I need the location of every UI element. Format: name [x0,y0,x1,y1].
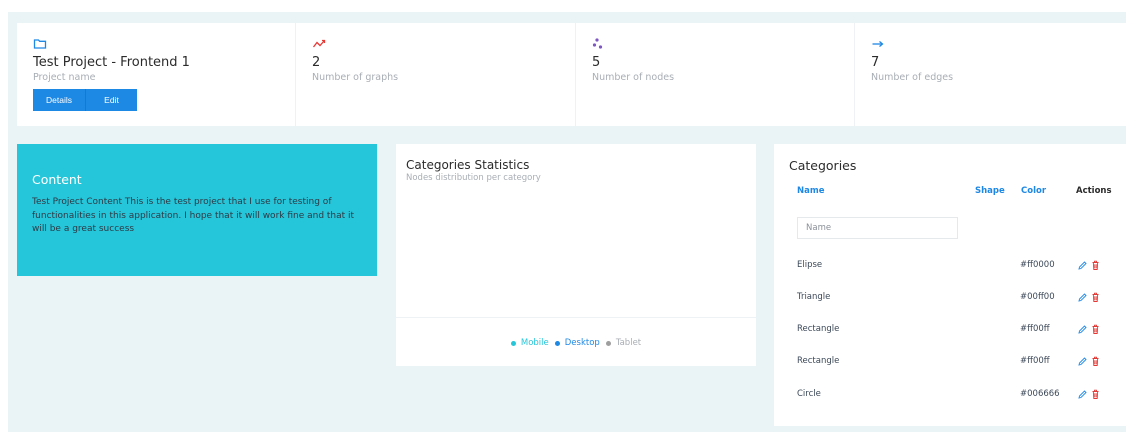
trend-line-icon [312,39,326,48]
category-name: Rectangle [797,356,840,366]
pencil-icon[interactable] [1077,388,1087,400]
nodes-icon [592,38,603,49]
legend-dot-tablet [605,340,611,346]
arrow-right-icon [872,41,884,47]
category-color: #ff00ff [1020,324,1050,334]
stat-card-project: Test Project - Frontend 1 Project name D… [17,23,296,126]
category-color: #ff0000 [1020,260,1055,270]
pencil-icon[interactable] [1077,291,1087,303]
pencil-icon[interactable] [1077,323,1087,335]
graphs-count-value: 2 [312,55,321,70]
column-header-shape[interactable]: Shape [975,186,1005,196]
categories-card: Categories Name Shape Color Actions Elip… [774,144,1126,426]
column-header-name[interactable]: Name [797,186,824,196]
project-stats-row: Test Project - Frontend 1 Project name D… [17,23,1126,126]
trash-icon[interactable] [1091,259,1100,271]
legend-label-tablet: Tablet [615,338,642,348]
category-color: #ff00ff [1020,356,1050,366]
trash-icon[interactable] [1091,323,1100,335]
edit-button[interactable]: Edit [85,89,137,111]
pencil-icon[interactable] [1077,259,1087,271]
legend-item-desktop[interactable]: Desktop [554,338,600,348]
category-name: Elipse [797,260,823,270]
trash-icon[interactable] [1091,355,1100,367]
details-button[interactable]: Details [33,89,85,111]
legend-item-mobile[interactable]: Mobile [510,338,549,348]
edges-count-value: 7 [871,55,880,70]
chart-divider [396,317,756,318]
nodes-count-value: 5 [592,55,601,70]
category-name: Rectangle [797,324,840,334]
table-row: Elipse #ff0000 [774,256,1126,276]
table-row: Circle #006666 [774,385,1126,405]
trash-icon[interactable] [1091,291,1100,303]
legend-dot-mobile [510,340,516,346]
category-name-input[interactable] [797,217,958,239]
edges-count-label: Number of edges [871,72,954,83]
table-row: Rectangle #ff00ff [774,352,1126,372]
legend-dot-desktop [554,340,560,346]
stat-card-edges: 7 Number of edges [855,23,1126,126]
trash-icon[interactable] [1091,388,1100,400]
pie-chart-area [406,184,746,314]
category-name: Circle [797,389,821,399]
stat-card-nodes: 5 Number of nodes [576,23,855,126]
category-name: Triangle [797,292,831,302]
content-title: Content [32,172,82,187]
legend-item-tablet[interactable]: Tablet [605,338,642,348]
content-text: Test Project Content This is the test pr… [32,197,355,234]
nodes-count-label: Number of nodes [592,72,675,83]
column-header-color[interactable]: Color [1021,186,1046,196]
project-name-label: Project name [33,72,96,83]
project-name-value: Test Project - Frontend 1 [33,55,190,70]
chart-subtitle: Nodes distribution per category [406,173,541,183]
content-card: Content Test Project Content This is the… [17,144,377,276]
stat-card-graphs: 2 Number of graphs [296,23,576,126]
categories-title: Categories [789,158,857,173]
legend-label-desktop: Desktop [564,338,600,348]
categories-statistics-card: Categories Statistics Nodes distribution… [396,144,756,366]
chart-legend: Mobile Desktop Tablet [396,338,756,348]
legend-label-mobile: Mobile [520,338,549,348]
table-row: Rectangle #ff00ff [774,320,1126,340]
chart-title: Categories Statistics [406,158,530,172]
project-button-group: Details Edit [33,89,279,111]
table-row: Triangle #00ff00 [774,288,1126,308]
category-color: #00ff00 [1020,292,1055,302]
column-header-actions: Actions [1076,186,1112,196]
pencil-icon[interactable] [1077,355,1087,367]
folder-icon [33,39,47,49]
category-color: #006666 [1020,389,1060,399]
graphs-count-label: Number of graphs [312,72,399,83]
